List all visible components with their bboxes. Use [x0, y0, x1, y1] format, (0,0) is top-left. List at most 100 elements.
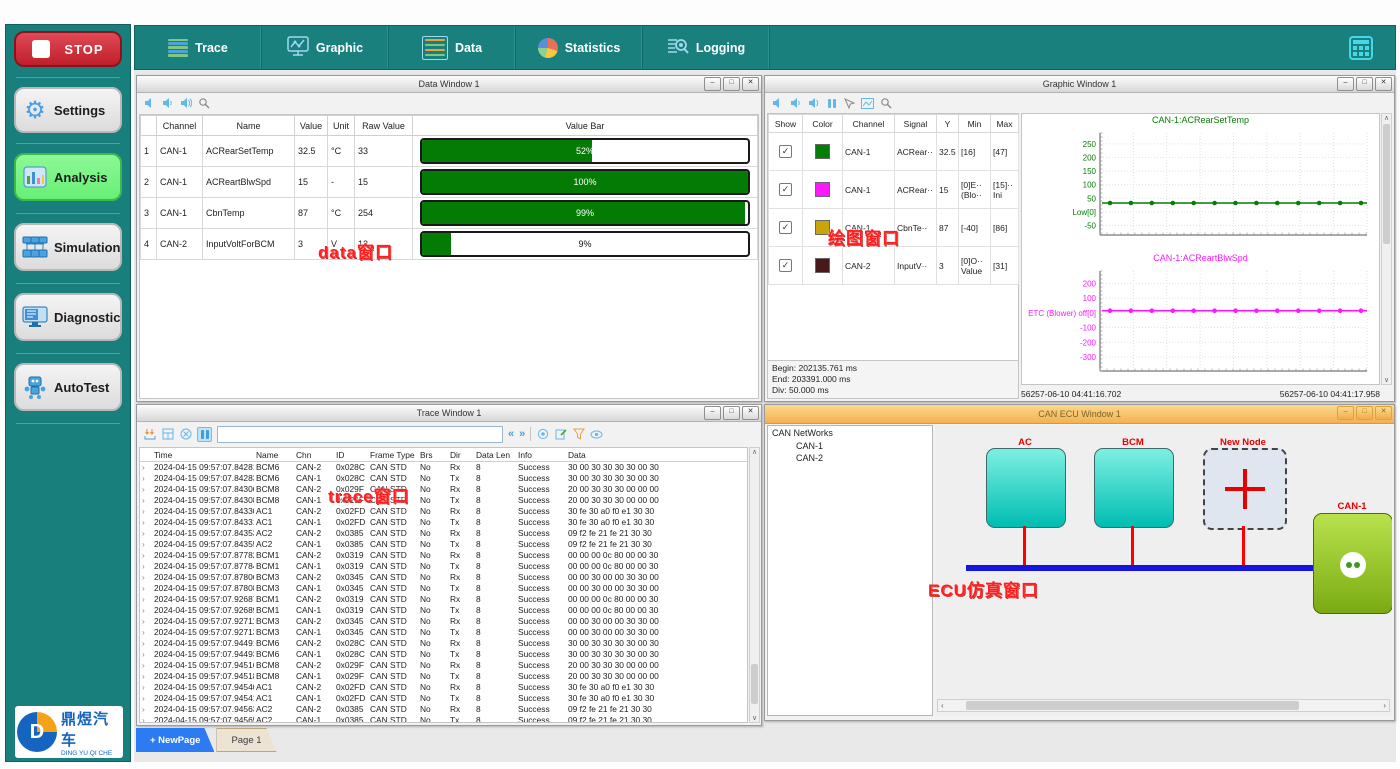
column-header[interactable]: ID: [334, 448, 368, 462]
toolbar-trace-button[interactable]: Trace: [135, 26, 262, 69]
close-button[interactable]: ✕: [1375, 406, 1392, 420]
edit-icon[interactable]: [554, 428, 567, 441]
column-header[interactable]: Min: [959, 115, 991, 133]
expand-chevron-icon[interactable]: ›: [140, 704, 152, 715]
expand-chevron-icon[interactable]: ›: [140, 649, 152, 660]
expand-chevron-icon[interactable]: ›: [140, 561, 152, 572]
clear-icon[interactable]: [179, 428, 192, 441]
column-header[interactable]: Dir: [448, 448, 474, 462]
search-icon[interactable]: [197, 97, 210, 110]
sidebar-item-settings[interactable]: ⚙ Settings: [14, 87, 122, 133]
color-swatch[interactable]: [815, 258, 830, 273]
minimize-button[interactable]: –: [1337, 406, 1354, 420]
maximize-button[interactable]: □: [723, 77, 740, 91]
column-header[interactable]: Chn: [294, 448, 334, 462]
column-header[interactable]: Data: [566, 448, 747, 462]
trace-row[interactable]: ›2024-04-15 09:57:07.877842BCM1CAN-10x03…: [140, 561, 747, 572]
trace-row[interactable]: ›2024-04-15 09:57:07.843317AC1CAN-10x02F…: [140, 517, 747, 528]
charts-scrollbar[interactable]: ∧∨: [1381, 113, 1392, 385]
trace-row[interactable]: ›2024-04-15 09:57:07.944934BCM6CAN-10x02…: [140, 649, 747, 660]
column-header[interactable]: Info: [516, 448, 566, 462]
expand-chevron-icon[interactable]: ›: [140, 572, 152, 583]
minimize-button[interactable]: –: [1337, 77, 1354, 91]
scrollbar-thumb[interactable]: [1383, 124, 1390, 244]
speaker-icon[interactable]: [807, 97, 820, 110]
trace-row[interactable]: ›2024-04-15 09:57:07.843550AC2CAN-10x038…: [140, 539, 747, 550]
toolbar-graphic-button[interactable]: Graphic: [262, 26, 389, 69]
tree-root[interactable]: CAN NetWorks: [768, 426, 932, 440]
column-header[interactable]: Max: [991, 115, 1019, 133]
trace-row[interactable]: ›2024-04-15 09:57:07.945181BCM8CAN-10x02…: [140, 671, 747, 682]
expand-chevron-icon[interactable]: ›: [140, 495, 152, 506]
maximize-button[interactable]: □: [1356, 77, 1373, 91]
trace-scrollbar[interactable]: ∧∨: [749, 447, 760, 723]
column-header[interactable]: Channel: [843, 115, 895, 133]
column-header[interactable]: [141, 116, 157, 136]
expand-chevron-icon[interactable]: ›: [140, 528, 152, 539]
signal-row[interactable]: ✓CAN-1ACRear··32.5[16][47]: [769, 133, 1019, 171]
tab-page1[interactable]: Page 1: [216, 728, 276, 752]
expand-chevron-icon[interactable]: ›: [140, 550, 152, 561]
maximize-button[interactable]: □: [723, 406, 740, 420]
trace-row[interactable]: ›2024-04-15 09:57:07.926874BCM1CAN-20x03…: [140, 594, 747, 605]
ecu-window-titlebar[interactable]: CAN ECU Window 1 – □ ✕: [765, 405, 1394, 424]
trace-row[interactable]: ›2024-04-15 09:57:07.945165BCM8CAN-20x02…: [140, 660, 747, 671]
data-row[interactable]: 3CAN-1CbnTemp87°C25499%: [141, 198, 758, 229]
chart-icon[interactable]: [861, 97, 874, 110]
expand-chevron-icon[interactable]: ›: [140, 616, 152, 627]
show-checkbox[interactable]: ✓: [779, 183, 792, 196]
pause-icon[interactable]: [197, 427, 212, 442]
trace-row[interactable]: ›2024-04-15 09:57:07.842817BCM6CAN-20x02…: [140, 462, 747, 474]
expand-chevron-icon[interactable]: ›: [140, 660, 152, 671]
data-row[interactable]: 4CAN-2InputVoltForBCM3V129%: [141, 229, 758, 260]
trace-row[interactable]: ›2024-04-15 09:57:07.878085BCM3CAN-10x03…: [140, 583, 747, 594]
expand-chevron-icon[interactable]: ›: [140, 605, 152, 616]
trace-row[interactable]: ›2024-04-15 09:57:07.926892BCM1CAN-10x03…: [140, 605, 747, 616]
sidebar-item-autotest[interactable]: AutoTest: [14, 363, 122, 411]
minimize-button[interactable]: –: [704, 77, 721, 91]
column-header[interactable]: Name: [254, 448, 294, 462]
add-node-button[interactable]: [1203, 448, 1287, 530]
grid-view-icon[interactable]: [1349, 36, 1373, 60]
filter-icon[interactable]: [572, 428, 585, 441]
column-header[interactable]: Time: [152, 448, 254, 462]
speaker-icon[interactable]: [179, 97, 192, 110]
column-header[interactable]: Value: [295, 116, 328, 136]
toolbar-data-button[interactable]: Data: [389, 26, 516, 69]
trace-row[interactable]: ›2024-04-15 09:57:07.843533AC2CAN-20x038…: [140, 528, 747, 539]
signal-row[interactable]: ✓CAN-2InputV··3[0]O·· Value[31]: [769, 247, 1019, 285]
column-header[interactable]: Frame Type: [368, 448, 418, 462]
color-swatch[interactable]: [815, 182, 830, 197]
trace-row[interactable]: ›2024-04-15 09:57:07.843301AC1CAN-20x02F…: [140, 506, 747, 517]
speaker-icon[interactable]: [143, 97, 156, 110]
scrollbar-thumb[interactable]: [966, 701, 1299, 710]
trace-window-titlebar[interactable]: Trace Window 1 – □ ✕: [137, 405, 761, 422]
expand-chevron-icon[interactable]: ›: [140, 517, 152, 528]
sidebar-item-analysis[interactable]: Analysis: [14, 153, 122, 201]
show-checkbox[interactable]: ✓: [779, 145, 792, 158]
trace-row[interactable]: ›2024-04-15 09:57:07.843065BCM8CAN-20x02…: [140, 484, 747, 495]
expand-chevron-icon[interactable]: ›: [140, 671, 152, 682]
ecu-hscrollbar[interactable]: ‹›: [937, 699, 1390, 712]
expand-chevron-icon[interactable]: ›: [140, 594, 152, 605]
expand-chevron-icon[interactable]: ›: [140, 682, 152, 693]
minimize-button[interactable]: –: [704, 406, 721, 420]
tree-item-can1[interactable]: CAN-1: [768, 440, 932, 452]
expand-chevron-icon[interactable]: ›: [140, 583, 152, 594]
column-header[interactable]: Data Len: [474, 448, 516, 462]
color-swatch[interactable]: [815, 220, 830, 235]
speaker-icon[interactable]: [789, 97, 802, 110]
pause-icon[interactable]: [825, 97, 838, 110]
export-icon[interactable]: [143, 428, 156, 441]
data-row[interactable]: 1CAN-1ACRearSetTemp32.5°C3352%: [141, 136, 758, 167]
signal-row[interactable]: ✓CAN-1ACRear··15[0]E·· (Blo··[15]·· Ini: [769, 171, 1019, 209]
tree-item-can2[interactable]: CAN-2: [768, 452, 932, 464]
tab-newpage[interactable]: + NewPage: [136, 728, 214, 752]
prev-page-icon[interactable]: «: [508, 428, 514, 440]
trace-search-input[interactable]: [217, 426, 503, 443]
show-checkbox[interactable]: ✓: [779, 259, 792, 272]
trace-row[interactable]: ›2024-04-15 09:57:07.878068BCM3CAN-20x03…: [140, 572, 747, 583]
search-icon[interactable]: [879, 97, 892, 110]
maximize-button[interactable]: □: [1356, 406, 1373, 420]
sidebar-item-diagnostic[interactable]: Diagnostic: [14, 293, 122, 341]
